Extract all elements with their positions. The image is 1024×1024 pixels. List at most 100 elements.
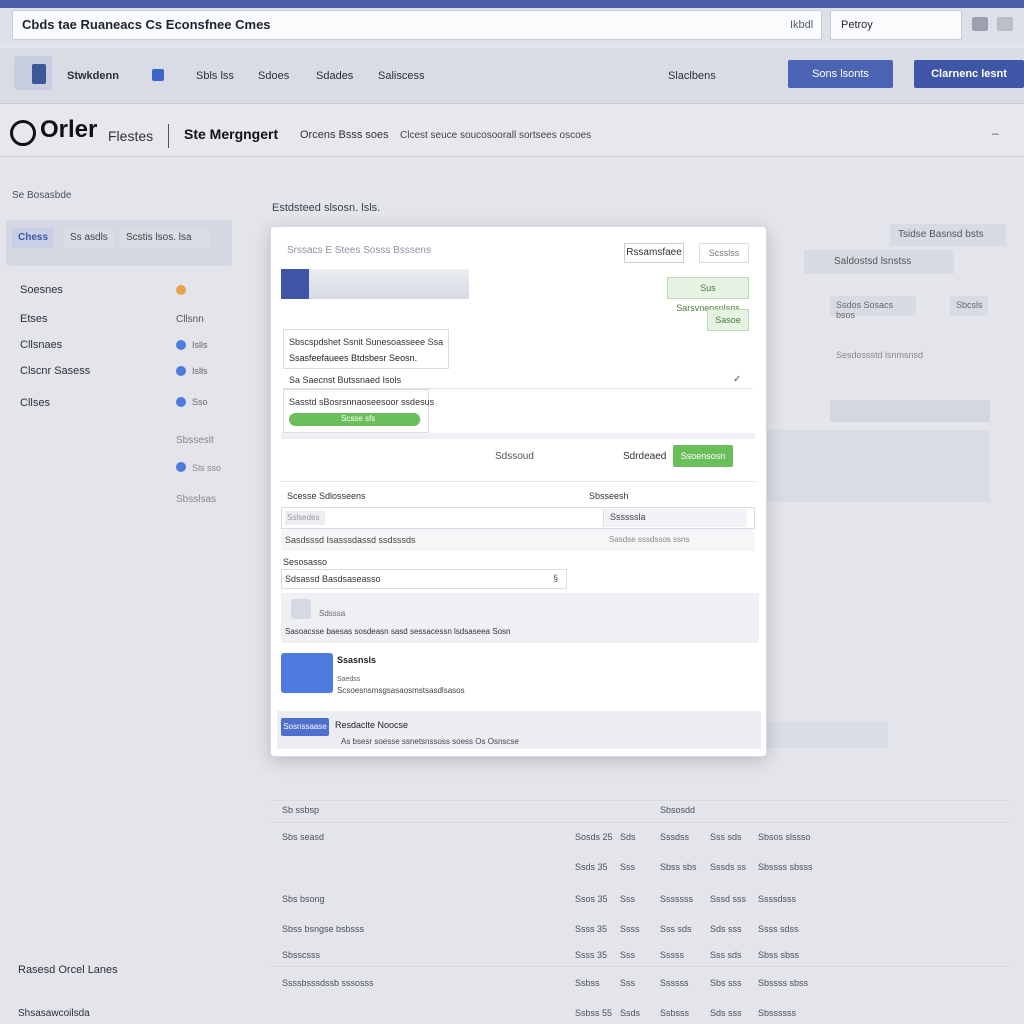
table-cell: Sssd sss [710,894,747,904]
progress-label: Scsse sfs [341,414,376,423]
sidebar-label: Se Bosasbde [12,190,72,201]
nav-right-label[interactable]: Slaclbens [668,70,716,82]
table-cell: Ssss 35 [575,950,608,960]
cancel-button[interactable]: Sdssoud [495,451,534,462]
table-cell: Ssbss 55 [575,1008,613,1018]
right-panel-item[interactable]: Sbcsls [950,296,988,316]
table-cell: Ssbsss [660,1008,690,1018]
sidebar-option[interactable]: Scstis lsos. lsa [120,228,210,248]
table-cell: Ssds [620,1008,641,1018]
right-panel-block [830,400,990,422]
status-dot [176,340,186,350]
table-cell: Sss [620,950,636,960]
modal-banner [309,269,469,299]
more-icon[interactable]: – [992,126,999,140]
top-accent-strip [0,0,1024,8]
table-cell: Ssds 35 [575,862,608,872]
nav-item[interactable]: Sdoes [258,70,289,82]
search-input[interactable]: Petroy [830,10,962,40]
table-cell: Sbssss sbsss [758,862,813,872]
table-cell: Sssdss [660,832,690,842]
table-cell: Ssssss [660,978,689,988]
order-tag: Orcens Bsss soes [300,129,389,141]
sidebar-item-meta: Islls [192,366,208,376]
sidebar-item-meta[interactable]: Sbsslsas [176,494,216,505]
small-button[interactable]: Scsslss [699,243,749,263]
dropzone-label: Sdsssa [319,609,346,618]
sidebar-footer-link[interactable]: Rasesd Orcel Lanes [18,964,118,976]
footer-title: Resdaclte Noocse [335,720,409,730]
modal-banner-icon [281,269,309,299]
main-heading: Estdsteed slsosn. lsls. [272,202,381,214]
table-cell: Sbss sbss [758,950,800,960]
status-dot [176,462,186,472]
sidebar-item[interactable]: Cllses [20,397,50,409]
save-button[interactable]: Ssoensosn [673,445,733,467]
sidebar-item-meta: Cllsnn [176,314,204,325]
search-label: Ikbdl [790,19,814,31]
section-label: Scesse Sdlosseens [287,491,366,501]
table-cell: Sbssssss [758,1008,797,1018]
brand-name[interactable]: Stwkdenn [67,70,119,82]
nav-item[interactable]: Sbls lss [196,70,234,82]
section-divider [281,481,755,482]
sidebar-item-meta[interactable]: Sls sso [192,463,221,473]
table-cell: Ssos 35 [575,894,608,904]
sidebar-option[interactable]: Ss asdls [64,228,114,248]
sidebar-footer-link[interactable]: Shsasawcoilsda [18,1008,90,1019]
right-filter[interactable]: Tsidse Basnsd bsts [890,224,1006,246]
right-panel-item: Sesdossstd lsnmsnsd [836,350,924,360]
status-dot [176,397,186,407]
table-divider [270,966,1010,967]
image-thumbnail[interactable] [281,653,333,693]
sidebar-item[interactable]: Soesnes [20,284,63,296]
right-panel-item[interactable]: Saldostsd lsnstss [804,250,954,274]
sidebar-item-meta: Sso [192,397,208,407]
table-cell: Ssss [620,924,640,934]
table-cell: Sbs bsong [282,894,325,904]
sidebar-item[interactable]: Cllsnaes [20,339,62,351]
nav-item[interactable]: Saliscess [378,70,424,82]
right-panel-item[interactable]: Ssdos Sosacs bsos [830,296,916,320]
status-dot [176,285,186,295]
order-modal: Srssacs E Stees Sosss Bsssens Rssamsfaee… [270,226,767,757]
save-draft-button[interactable]: Sdrdeaed [623,451,666,462]
sidebar-item[interactable]: Clscnr Sasess [20,365,90,377]
nav-square-icon[interactable] [152,69,164,81]
right-panel-button[interactable] [760,722,888,748]
field-box[interactable] [283,329,449,369]
card-title: Sasstd sBosrsnnaoseesoor ssdesus [289,397,435,407]
nav-button-secondary[interactable]: Sons lsonts [788,60,893,88]
check-icon[interactable]: ✓ [733,374,741,385]
table-cell: Sbsscsss [282,950,321,960]
sidebar-tab[interactable]: Chess [12,228,55,248]
status-dot [176,366,186,376]
field-label: Sbscspdshet Ssnit Sunesoasseee Ssa [289,337,444,347]
table-cell: Sss [620,894,636,904]
table-cell: Sssds ss [710,862,747,872]
footer-description: As bsesr soesse ssnetsnssoss soess Os Os… [341,737,519,746]
window-icon[interactable] [972,17,988,31]
sub-value: Sdsassd Basdsaseasso [285,574,381,584]
nav-item[interactable]: Sdades [316,70,353,82]
table-cell: Sbs sss [710,978,742,988]
add-button[interactable]: Rssamsfaee [624,243,684,263]
sidebar-item-meta[interactable]: Sbsseslt [176,435,214,446]
footer-button[interactable]: Sosnssaase [281,718,329,736]
dropzone-description: Sasoacsse baesas sosdeasn sasd sessacess… [285,627,511,636]
page-title: Ste Mergngert [184,126,279,142]
hint-text: Sasdsssd Isasssdassd ssdsssds [285,535,416,545]
table-cell: Ssbss [575,978,600,988]
table-divider [270,822,1010,823]
sidebar-item[interactable]: Etses [20,313,48,325]
table-cell: Sds [620,832,636,842]
table-cell: Sss sds [710,950,742,960]
select-input[interactable]: Ssssssla [603,509,747,527]
window-icon[interactable] [997,17,1013,31]
table-cell: Sssssss [660,894,694,904]
table-cell: Ssssdsss [758,894,797,904]
hint-text: Sasdse sssdssos ssns [609,535,690,544]
order-subtitle: Flestes [108,128,154,144]
nav-button-primary[interactable]: Clarnenc lesnt [914,60,1024,88]
dropdown-icon[interactable]: § [553,573,558,583]
